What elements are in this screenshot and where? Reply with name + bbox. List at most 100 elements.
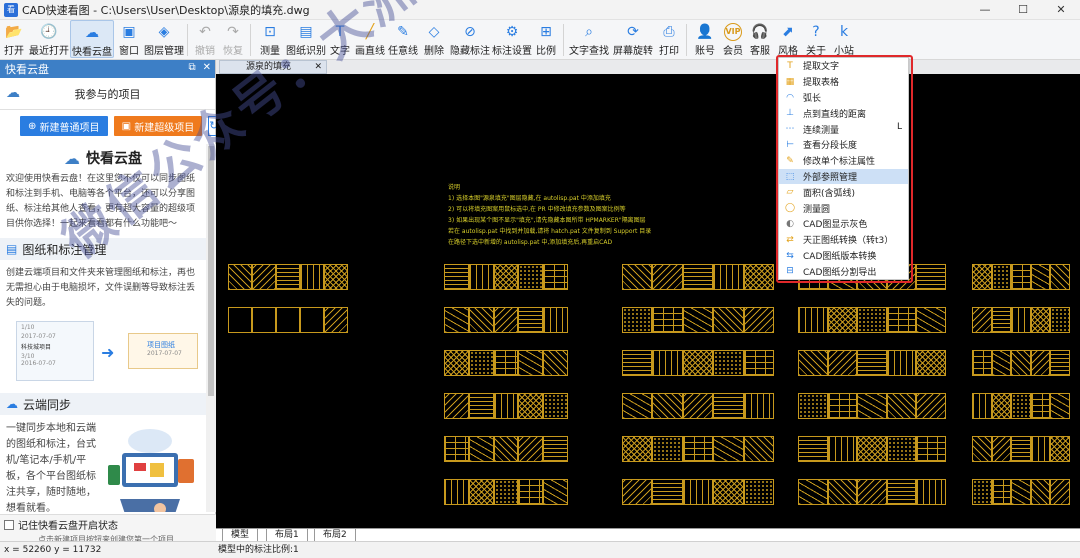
hatch-swatch (493, 307, 519, 333)
new-normal-project-button[interactable]: ⊕ 新建普通项目 (20, 116, 108, 136)
toolbar-redo-button[interactable]: ↷ 恢复 (219, 20, 247, 58)
hatch-swatch (543, 436, 568, 462)
toolbar-text-search-button[interactable]: ⌕ 文字查找 (567, 20, 611, 58)
toolbar-user-button[interactable]: 👤 账号 (690, 20, 720, 58)
hatch-swatch (300, 307, 324, 333)
hatch-swatch (972, 307, 992, 333)
remember-state-checkbox[interactable]: 记住快看云盘开启状态 (0, 515, 216, 534)
menu-item-extract-table[interactable]: ▦ 提取表格 (779, 74, 908, 90)
style-icon: ⬈ (782, 24, 794, 40)
arrow-right-icon: ➜ (101, 343, 115, 362)
toolbar-label: 窗口 (119, 46, 139, 57)
menu-item-gray-display[interactable]: ◐ CAD图显示灰色 (779, 216, 908, 232)
toolbar-cloud-button[interactable]: ☁ 快看云盘 (70, 20, 114, 58)
toolbar-label: 打印 (659, 46, 679, 57)
hatch-swatch (916, 264, 946, 290)
toolbar-print-button[interactable]: ⎙ 打印 (655, 20, 683, 58)
illus-label: 2016-07-07 (21, 360, 56, 367)
menu-item-arc[interactable]: ◠ 弧长 (779, 90, 908, 106)
hatch-swatch (857, 436, 887, 462)
toolbar-rotate-button[interactable]: ⟳ 屏幕旋转 (611, 20, 655, 58)
hatch-swatch (743, 479, 774, 505)
toolbar-folder-button[interactable]: 📂 打开 (0, 20, 28, 58)
menu-item-segment[interactable]: ⊢ 查看分段长度 (779, 137, 908, 153)
scrollbar-thumb[interactable] (208, 146, 214, 396)
hatch-swatch (1030, 307, 1051, 333)
undock-icon[interactable]: ⧉ (188, 62, 195, 73)
drawing-canvas[interactable]: 说明 1) 选择本图"源泉填充"图层隐藏,在 autolisp.pat 中添加填… (216, 74, 1080, 528)
scale-icon: ⊞ (540, 24, 552, 40)
toolbar-headset-button[interactable]: 🎧 客服 (746, 20, 774, 58)
hatch-swatch (827, 393, 858, 419)
menu-item-split-export[interactable]: ⊟ CAD图纸分割导出 (779, 263, 908, 279)
maximize-button[interactable]: ☐ (1004, 0, 1042, 20)
hatch-swatch (827, 350, 858, 376)
menu-item-xref[interactable]: ⬚ 外部参照管理 (779, 168, 908, 185)
hatch-swatch (916, 393, 946, 419)
menu-item-continuous-measure[interactable]: ⋯ 连续测量 L (779, 121, 908, 137)
toolbar-label: 小站 (834, 46, 854, 57)
toolbar-window-button[interactable]: ▣ 窗口 (114, 20, 144, 58)
hatch-swatch (886, 479, 917, 505)
hatch-swatch (682, 264, 714, 290)
section-cloud-sync: ☁ 云端同步 (0, 393, 206, 415)
rotate-icon: ⟳ (627, 24, 639, 40)
hatch-swatch (622, 350, 653, 376)
print-icon: ⎙ (663, 24, 675, 40)
toolbar-hide-button[interactable]: ⊘ 隐藏标注 (448, 20, 492, 58)
hatch-swatch (743, 264, 774, 290)
menu-item-area[interactable]: ▱ 面积(含弧线) (779, 184, 908, 200)
layout-tabs: 模型 布局1 布局2 (216, 528, 1080, 542)
toolbar-about-button[interactable]: ? 关于 (802, 20, 830, 58)
hatch-swatch (276, 264, 300, 290)
arc-icon: ◠ (786, 92, 794, 103)
close-button[interactable]: ✕ (1042, 0, 1080, 20)
menu-item-version-convert[interactable]: ⇆ CAD图纸版本转换 (779, 248, 908, 264)
checkbox-box[interactable] (4, 519, 14, 530)
menu-item-point-line[interactable]: ⊥ 点到直线的距离 (779, 105, 908, 121)
toolbar-site-button[interactable]: k 小站 (830, 20, 858, 58)
menu-item-label: 天正图纸转换（转t3） (803, 236, 894, 247)
hatch-swatch (518, 479, 544, 505)
toolbar-vip-button[interactable]: VIP 会员 (720, 20, 746, 58)
menu-item-label: 查看分段长度 (803, 141, 858, 152)
menu-item-edit-annotation[interactable]: ✎ 修改单个标注属性 (779, 153, 908, 169)
sync-cloud-icon: ☁ (6, 397, 18, 411)
toolbar-settings-button[interactable]: ⚙ 标注设置 (492, 20, 532, 58)
toolbar-undo-button[interactable]: ↶ 撤销 (191, 20, 219, 58)
sidebar-scrollbar[interactable] (206, 144, 216, 512)
toolbar-separator (686, 24, 687, 56)
minimize-button[interactable]: — (966, 0, 1004, 20)
menu-item-extract-text[interactable]: T 提取文字 (779, 58, 908, 74)
illus-label: 科技城项目 (21, 344, 52, 351)
menu-item-circle-measure[interactable]: ◯ 测量圆 (779, 200, 908, 216)
window-title: CAD快速看图 - C:\Users\User\Desktop\源泉的填充.dw… (22, 3, 310, 17)
redo-icon: ↷ (227, 24, 239, 40)
toolbar-eraser-button[interactable]: ◇ 删除 (420, 20, 448, 58)
menu-item-tangent-convert[interactable]: ⇄ 天正图纸转换（转t3） (779, 232, 908, 248)
toolbar-label: 账号 (695, 46, 715, 57)
hatch-swatch (972, 264, 992, 290)
menu-item-label: 点到直线的距离 (803, 109, 867, 120)
hatch-swatch (1050, 393, 1070, 419)
circle-measure-icon: ◯ (784, 203, 796, 214)
toolbar-label: 比例 (536, 46, 556, 57)
vip-icon: VIP (724, 23, 742, 41)
hatch-swatch (228, 264, 252, 290)
hatch-swatch (1050, 307, 1070, 333)
annotation-scale: 模型中的标注比例:1 (218, 545, 299, 555)
menu-item-label: CAD图纸分割导出 (803, 267, 877, 278)
illus-label: 项目图纸 (147, 341, 175, 349)
toolbar-label: 风格 (778, 46, 798, 57)
hatch-swatch (276, 307, 300, 333)
toolbar-scale-button[interactable]: ⊞ 比例 (532, 20, 560, 58)
devices-illustration (100, 421, 200, 512)
hatch-swatch (798, 436, 828, 462)
clock-icon: 🕘 (40, 24, 58, 40)
toolbar-style-button[interactable]: ⬈ 风格 (774, 20, 802, 58)
toolbar-layers-button[interactable]: ◈ 图层管理 (144, 20, 184, 58)
hatch-swatch (493, 350, 519, 376)
folder-icon: 📂 (5, 24, 23, 40)
toolbar-clock-button[interactable]: 🕘 最近打开 (28, 20, 70, 58)
sidebar-close-icon[interactable]: ✕ (203, 62, 211, 73)
